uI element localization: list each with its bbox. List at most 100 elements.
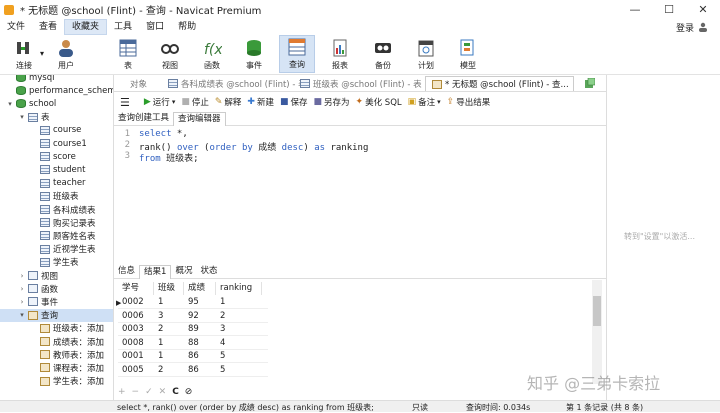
table-cell[interactable]: 0008 [118, 337, 144, 350]
tree-node[interactable]: course [30, 124, 81, 137]
editor-toolbar-button[interactable]: ■ 停止 [181, 96, 209, 108]
tree-node[interactable]: 购买记录表 [30, 216, 96, 229]
editor-toolbar-button[interactable]: ✚ 新建 [247, 96, 274, 108]
hamburger-menu-icon[interactable]: ☰ [120, 96, 130, 109]
toolbar-view-button[interactable]: 视图 [152, 35, 188, 73]
login-area[interactable]: 登录 [676, 19, 708, 35]
toolbar-connection-button[interactable]: 连接 [6, 35, 42, 73]
tab-query-editor[interactable]: 查询编辑器 [173, 112, 226, 126]
tab-class-table[interactable]: 班级表 @school (Flint) - 表 [294, 76, 426, 91]
dropdown-icon[interactable]: ▾ [172, 98, 176, 106]
expand-toggle-icon[interactable]: › [18, 298, 26, 306]
table-cell[interactable]: 5 [216, 364, 225, 377]
tree-node[interactable]: ▾ school [6, 97, 56, 110]
refresh-button[interactable]: C [172, 387, 179, 397]
tab-grades-table[interactable]: 各科成绩表 @school (Flint) - 表 [162, 76, 311, 91]
stop-loading-button[interactable]: ⊘ [185, 387, 193, 397]
toolbar-function-button[interactable]: f(x) 函数 [194, 35, 230, 73]
tree-node[interactable]: 学生表：添加 [30, 375, 104, 388]
column-header[interactable]: ranking [216, 282, 262, 295]
expand-toggle-icon[interactable]: › [18, 272, 26, 280]
table-cell[interactable]: 0003 [118, 323, 144, 336]
table-cell[interactable]: 2 [216, 310, 225, 323]
table-cell[interactable]: 3 [216, 323, 225, 336]
toolbar-report-button[interactable]: 报表 [322, 35, 358, 73]
table-cell[interactable]: 1 [154, 296, 163, 309]
dropdown-icon[interactable]: ▾ [437, 98, 441, 106]
delete-record-button[interactable]: − [132, 387, 140, 397]
table-cell[interactable]: 89 [184, 323, 199, 336]
tree-node[interactable]: score [30, 150, 76, 163]
tree-node[interactable]: › 函数 [18, 282, 58, 295]
tab-query-builder[interactable]: 查询创建工具 [114, 112, 173, 126]
tree-node[interactable]: 顾客姓名表 [30, 229, 96, 242]
tree-node[interactable]: 班级表 [30, 190, 79, 203]
tree-node[interactable]: 教师表：添加 [30, 348, 104, 361]
table-cell[interactable]: 95 [184, 296, 199, 309]
toolbar-table-button[interactable]: 表 [110, 35, 146, 73]
login-label[interactable]: 登录 [676, 21, 694, 34]
code-line[interactable]: select *, [139, 129, 188, 139]
table-cell[interactable]: 86 [184, 350, 199, 363]
expand-toggle-icon[interactable]: › [18, 285, 26, 293]
discard-changes-button[interactable]: ✕ [159, 387, 167, 397]
menu-help[interactable]: 帮助 [171, 19, 203, 35]
menu-favorites[interactable]: 收藏夹 [64, 19, 108, 35]
tree-node[interactable]: 班级表：添加 [30, 322, 104, 335]
editor-toolbar-button[interactable]: ✦ 美化 SQL [356, 96, 402, 108]
close-button[interactable]: ✕ [686, 0, 720, 19]
tree-node[interactable]: mysql [6, 75, 55, 84]
expand-toggle-icon[interactable]: ▾ [18, 311, 26, 319]
add-record-button[interactable]: + [118, 387, 126, 397]
code-line[interactable]: from 班级表; [139, 151, 199, 164]
table-cell[interactable]: 5 [216, 350, 225, 363]
result-grid[interactable]: 学号 班级 成绩 ranking ▶ 0002 1 95 1 0006 3 92 2 0003 2 89 3 00… [114, 280, 606, 384]
tab-status[interactable]: 状态 [196, 265, 221, 279]
new-tab-button[interactable] [580, 76, 599, 91]
tree-node[interactable]: performance_schema [6, 84, 113, 97]
connection-dropdown-icon[interactable]: ▾ [40, 49, 44, 58]
sql-editor[interactable]: 1 select *, 2 rank() over (order by 成绩 desc… [114, 127, 606, 264]
table-cell[interactable]: 1 [154, 337, 163, 350]
table-cell[interactable]: 0006 [118, 310, 144, 323]
tab-profile[interactable]: 概况 [171, 265, 196, 279]
column-header[interactable]: 班级 [154, 282, 184, 295]
tab-info[interactable]: 信息 [114, 265, 139, 279]
tab-untitled-query[interactable]: * 无标题 @school (Flint) - 查... [425, 76, 574, 91]
toolbar-query-button[interactable]: 查询 [279, 35, 315, 73]
navigation-tree[interactable]: mysql performance_schema ▾ school ▾ 表 course co… [0, 75, 114, 401]
editor-toolbar-button[interactable]: ■ 另存为 [314, 96, 350, 108]
table-cell[interactable]: 3 [154, 310, 163, 323]
column-header[interactable]: 学号 [118, 282, 154, 295]
menu-view[interactable]: 查看 [32, 19, 64, 35]
result-grid-scroll-thumb[interactable] [593, 296, 601, 326]
table-cell[interactable]: 1 [154, 350, 163, 363]
table-cell[interactable]: 0005 [118, 364, 144, 377]
menu-window[interactable]: 窗口 [139, 19, 171, 35]
tree-node[interactable]: 成绩表：添加 [30, 335, 104, 348]
tab-result-1[interactable]: 结果1 [139, 265, 172, 279]
toolbar-user-button[interactable]: 用户 [48, 35, 84, 73]
tree-node[interactable]: course1 [30, 137, 87, 150]
table-cell[interactable]: 1 [216, 296, 225, 309]
tree-node[interactable]: teacher [30, 177, 86, 190]
table-cell[interactable]: 92 [184, 310, 199, 323]
editor-toolbar-button[interactable]: ✎ 解释 [215, 96, 242, 108]
tree-node[interactable]: 近视学生表 [30, 243, 96, 256]
tree-node[interactable]: ▾ 表 [18, 111, 50, 124]
menu-tools[interactable]: 工具 [107, 19, 139, 35]
toolbar-backup-button[interactable]: 备份 [365, 35, 401, 73]
toolbar-schedule-button[interactable]: 计划 [408, 35, 444, 73]
table-cell[interactable]: 2 [154, 364, 163, 377]
maximize-button[interactable]: ☐ [652, 0, 686, 19]
toolbar-event-button[interactable]: 事件 [236, 35, 272, 73]
editor-toolbar-button[interactable]: ▣ 备注 ▾ [408, 96, 441, 108]
table-cell[interactable]: 2 [154, 323, 163, 336]
tree-node[interactable]: ▾ 查询 [0, 308, 113, 322]
editor-toolbar-button[interactable]: ▶ 运行 ▾ [144, 96, 175, 108]
apply-changes-button[interactable]: ✓ [145, 387, 153, 397]
menu-file[interactable]: 文件 [0, 19, 32, 35]
editor-toolbar-button[interactable]: ■ 保存 [280, 96, 308, 108]
tree-node[interactable]: › 视图 [18, 269, 58, 282]
toolbar-model-button[interactable]: 模型 [450, 35, 486, 73]
